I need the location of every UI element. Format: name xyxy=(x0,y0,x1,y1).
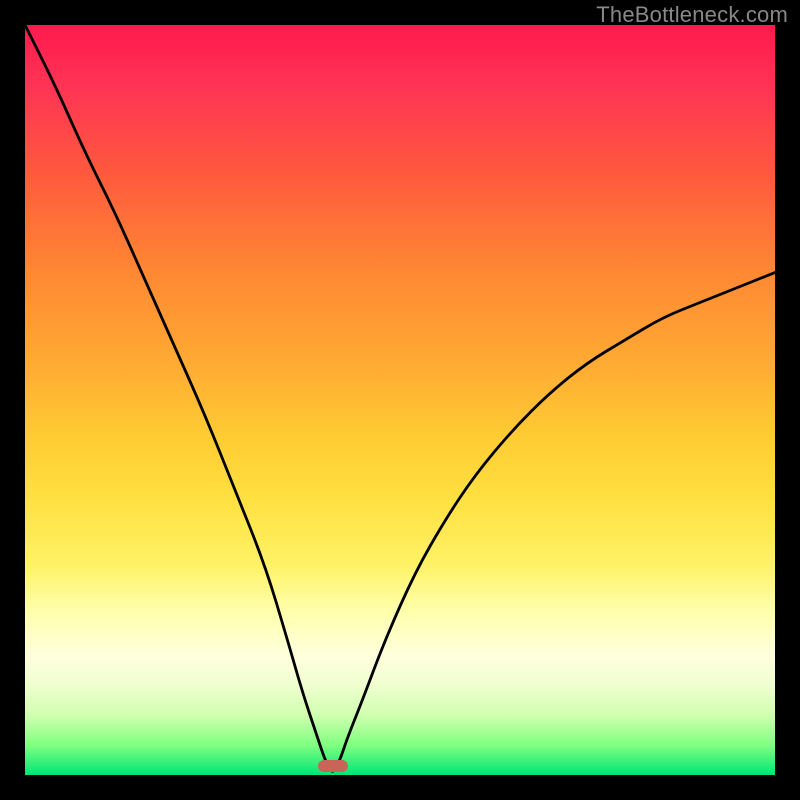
bottleneck-curve xyxy=(25,25,775,775)
plot-area xyxy=(25,25,775,775)
min-marker xyxy=(318,760,348,772)
watermark-text: TheBottleneck.com xyxy=(596,2,788,28)
